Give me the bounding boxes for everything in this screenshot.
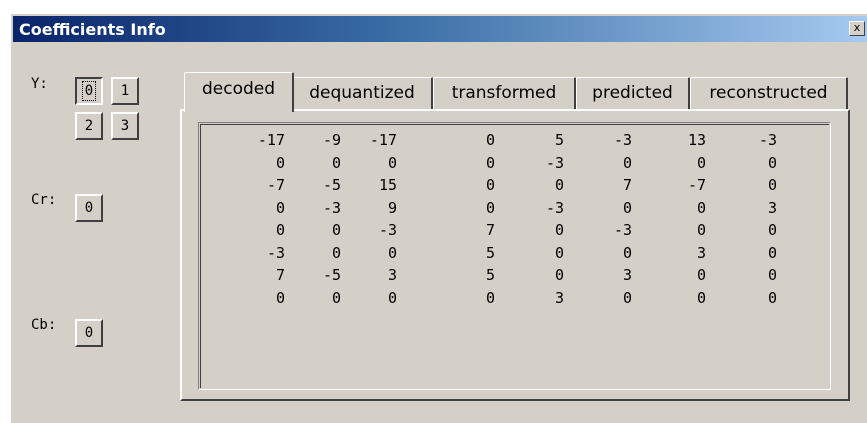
matrix-cell: 5 [554, 131, 564, 149]
y-component-label: Y: [31, 76, 48, 92]
matrix-cell: 0 [622, 243, 632, 262]
matrix-cell: -3 [613, 131, 632, 149]
matrix-cell: 0 [767, 288, 777, 307]
matrix-cell: 9 [387, 198, 397, 217]
matrix-cell: -7 [687, 176, 706, 194]
matrix-cell: 0 [485, 198, 495, 217]
coefficient-matrix-inner: -17 -9 -17 0 5 -3 13 -3 0 0 0 0 -3 0 0 0 -7 -5 15 0 0 7 -7 0 0 -3… [200, 124, 829, 388]
cb-component-label: Cb: [31, 317, 57, 333]
matrix-cell: -3 [545, 153, 564, 172]
matrix-cell: 0 [767, 176, 777, 194]
cr-block-0-label: 0 [84, 200, 94, 216]
matrix-cell: 0 [696, 288, 706, 307]
y-block-3-button[interactable]: 3 [111, 112, 139, 140]
matrix-cell: 0 [485, 131, 495, 149]
matrix-cell: 0 [767, 243, 777, 262]
matrix-row: 0 0 -3 7 0 -3 0 0 [201, 219, 801, 241]
matrix-cell: 0 [554, 176, 564, 194]
matrix-cell: 0 [554, 243, 564, 262]
tab-panel-decoded: -17 -9 -17 0 5 -3 13 -3 0 0 0 0 -3 0 0 0 -7 -5 15 0 0 7 -7 0 0 -3… [180, 109, 850, 401]
matrix-cell: 0 [767, 221, 777, 239]
matrix-cell: 0 [387, 153, 397, 172]
y-block-2-button[interactable]: 2 [75, 112, 103, 140]
cr-component-label: Cr: [31, 192, 57, 208]
matrix-cell: -3 [545, 198, 564, 217]
y-block-0-label: 0 [81, 81, 97, 101]
matrix-cell: 15 [378, 176, 397, 194]
matrix-cell: 5 [485, 266, 495, 284]
matrix-row: -3 0 0 5 0 0 3 0 [201, 242, 801, 264]
matrix-cell: 0 [485, 176, 495, 194]
matrix-cell: 0 [622, 288, 632, 307]
matrix-cell: -3 [613, 221, 632, 239]
y-block-0-button[interactable]: 0 [75, 77, 103, 105]
matrix-cell: 0 [696, 221, 706, 239]
matrix-row: 0 -3 9 0 -3 0 0 3 [201, 197, 801, 219]
matrix-cell: 0 [485, 153, 495, 172]
matrix-cell: 0 [696, 198, 706, 217]
matrix-cell: 0 [696, 153, 706, 172]
matrix-cell: 0 [696, 266, 706, 284]
matrix-cell: 3 [554, 288, 564, 307]
matrix-cell: 0 [767, 266, 777, 284]
matrix-cell: 3 [622, 266, 632, 284]
matrix-cell: 5 [485, 243, 495, 262]
matrix-cell: 3 [696, 243, 706, 262]
matrix-cell: 0 [387, 288, 397, 307]
matrix-row: -7 -5 15 0 0 7 -7 0 [201, 174, 801, 196]
window-title: Coefficients Info [19, 19, 166, 39]
cr-block-0-button[interactable]: 0 [75, 194, 103, 222]
tab-reconstructed[interactable]: reconstructed [690, 77, 848, 110]
matrix-cell: 0 [387, 243, 397, 262]
matrix-cell: 0 [554, 221, 564, 239]
matrix-cell: -3 [378, 221, 397, 239]
tab-dequantized[interactable]: dequantized [292, 77, 433, 110]
close-button[interactable]: x [849, 21, 865, 36]
matrix-cell: 7 [485, 221, 495, 239]
matrix-cell: 0 [485, 288, 495, 307]
tab-predicted[interactable]: predicted [576, 77, 690, 110]
y-block-2-label: 2 [84, 118, 94, 134]
cb-block-0-button[interactable]: 0 [75, 319, 103, 347]
matrix-cell: 3 [387, 266, 397, 284]
y-block-1-label: 1 [120, 83, 130, 99]
tab-transformed[interactable]: transformed [433, 77, 576, 110]
matrix-row: 00003000 [201, 287, 801, 309]
matrix-row: -17 -9 -17 0 5 -3 13 -3 [201, 129, 801, 151]
matrix-row: 7 -5 3 5 0 3 0 0 [201, 264, 801, 286]
coefficient-matrix: -17 -9 -17 0 5 -3 13 -3 0 0 0 0 -3 0 0 0 -7 -5 15 0 0 7 -7 0 0 -3… [198, 122, 831, 390]
matrix-row: 0 0 0 0 -3 0 0 0 [201, 152, 801, 174]
matrix-cell: 13 [687, 131, 706, 149]
matrix-cell: -3 [758, 131, 777, 149]
matrix-cell: 7 [622, 176, 632, 194]
title-bar[interactable]: Coefficients Info x [13, 16, 867, 42]
matrix-cell: 0 [767, 153, 777, 172]
cb-block-0-label: 0 [84, 325, 94, 341]
y-block-3-label: 3 [120, 118, 130, 134]
matrix-cell: 0 [554, 266, 564, 284]
matrix-cell: 3 [767, 198, 777, 217]
tab-decoded[interactable]: decoded [184, 72, 294, 112]
y-block-1-button[interactable]: 1 [111, 77, 139, 105]
matrix-cell: -17 [369, 131, 397, 149]
matrix-cell: 0 [622, 198, 632, 217]
matrix-cell: 0 [622, 153, 632, 172]
